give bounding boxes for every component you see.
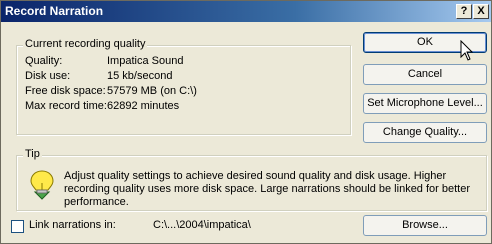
free-disk-space-label: Free disk space: xyxy=(25,85,106,97)
tip-groupbox: Tip Adjust quality settings to achieve d… xyxy=(16,148,487,211)
title-bar[interactable]: Record Narration ? X xyxy=(1,1,491,22)
link-narrations-path: C:\...\2004\impatica\ xyxy=(153,219,251,231)
quality-groupbox: Current recording quality Quality: Impat… xyxy=(16,38,351,135)
quality-group-legend: Current recording quality xyxy=(23,38,148,50)
mouse-pointer-icon xyxy=(460,40,474,61)
quality-label: Quality: xyxy=(25,55,63,67)
set-microphone-level-button[interactable]: Set Microphone Level... xyxy=(363,93,487,114)
disk-use-label: Disk use: xyxy=(25,70,71,82)
tip-text: Adjust quality settings to achieve desir… xyxy=(64,170,471,208)
max-record-time-value: 62892 minutes xyxy=(107,100,180,112)
window-title: Record Narration xyxy=(5,4,104,18)
link-narrations-label: Link narrations in: xyxy=(29,219,116,231)
tip-group-legend: Tip xyxy=(23,148,42,160)
record-narration-dialog: Record Narration ? X Current recording q… xyxy=(0,0,492,244)
close-button[interactable]: X xyxy=(473,4,489,19)
browse-button[interactable]: Browse... xyxy=(363,215,487,236)
disk-use-value: 15 kb/second xyxy=(107,70,173,82)
cancel-button[interactable]: Cancel xyxy=(363,64,487,85)
help-button[interactable]: ? xyxy=(456,4,472,19)
free-disk-space-value: 57579 MB (on C:\) xyxy=(107,85,197,97)
lightbulb-icon xyxy=(30,170,54,200)
link-narrations-checkbox[interactable] xyxy=(11,220,24,233)
change-quality-button[interactable]: Change Quality... xyxy=(363,122,487,143)
max-record-time-label: Max record time: xyxy=(25,100,107,112)
quality-value: Impatica Sound xyxy=(107,55,184,67)
